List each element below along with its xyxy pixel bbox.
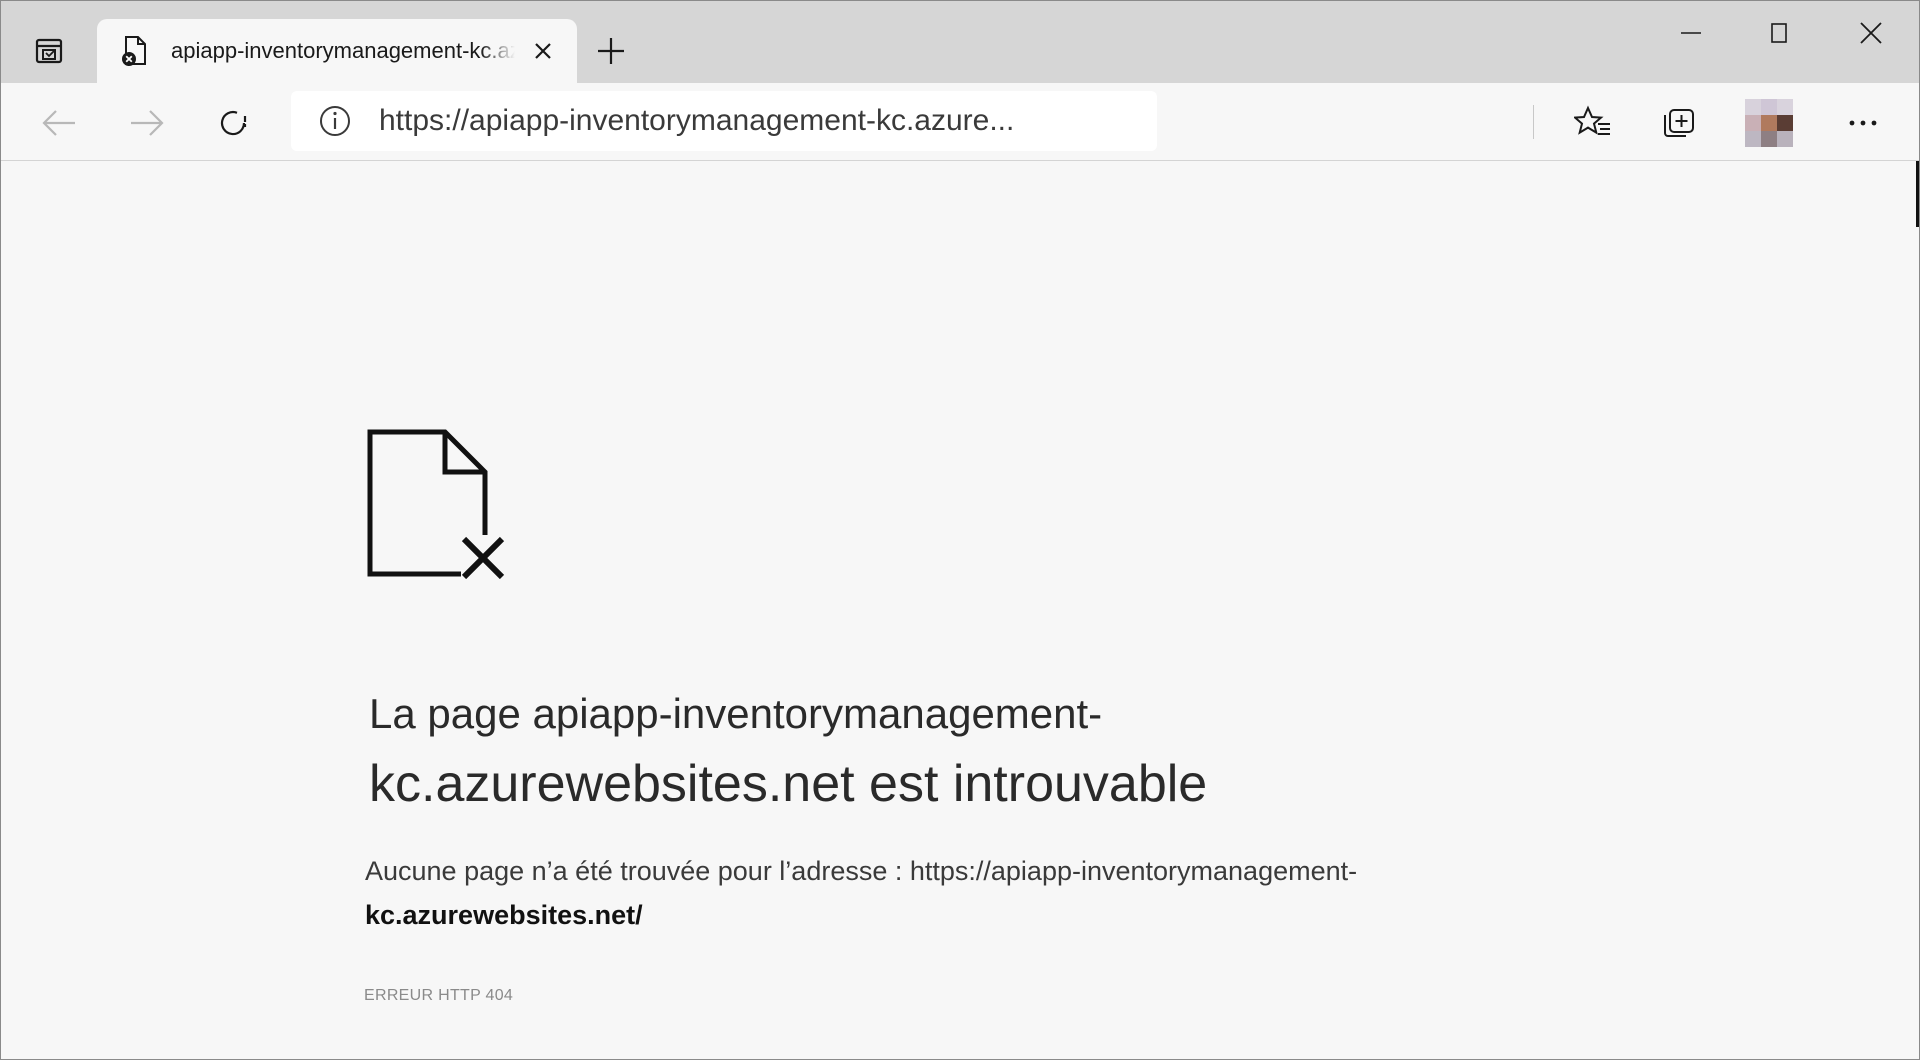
maximize-button[interactable] [1749,11,1809,55]
refresh-icon [220,111,247,136]
error-title: La page apiapp-inventorymanagement- kc.a… [369,681,1369,821]
site-info-button[interactable] [315,101,355,141]
close-icon [535,43,551,59]
error-description-text: Aucune page n’a été trouvée pour l’adres… [365,856,1358,886]
tab-title: apiapp-inventorymanagement-kc.azurewebsi… [171,38,515,63]
arrow-right-icon [131,110,164,136]
error-description-url: kc.azurewebsites.net/ [365,900,643,930]
new-tab-button[interactable] [591,31,631,71]
close-tab-button[interactable] [527,35,559,67]
profile-button[interactable] [1745,99,1793,147]
error-page: La page apiapp-inventorymanagement- kc.a… [1,161,1919,1059]
active-tab[interactable]: apiapp-inventorymanagement-kc.azurewebsi… [97,19,577,83]
info-icon [320,106,350,136]
tab-strip: apiapp-inventorymanagement-kc.azurewebsi… [1,1,1919,83]
page-error-icon [117,33,153,69]
forward-button[interactable] [125,101,169,145]
error-description: Aucune page n’a été trouvée pour l’adres… [365,849,1415,937]
tab-actions-icon [35,38,63,64]
collections-button[interactable] [1657,101,1701,145]
browser-toolbar: https://apiapp-inventorymanagement-kc.az… [1,83,1919,161]
error-title-line2: kc.azurewebsites.net est introuvable [369,755,1208,813]
avatar [1745,99,1793,147]
favorites-icon [1574,105,1610,135]
address-bar[interactable]: https://apiapp-inventorymanagement-kc.az… [291,91,1157,151]
browser-window: apiapp-inventorymanagement-kc.azurewebsi… [0,0,1920,1060]
favorites-button[interactable] [1571,101,1615,145]
tab-actions-button[interactable] [27,29,71,73]
arrow-left-icon [42,110,75,136]
minimize-icon [1681,32,1701,34]
error-code: ERREUR HTTP 404 [364,987,514,1004]
error-title-line1: La page apiapp-inventorymanagement- [369,690,1103,737]
close-icon [1860,22,1882,44]
ellipsis-icon [1849,120,1877,126]
close-window-button[interactable] [1841,11,1901,55]
refresh-button[interactable] [211,101,255,145]
more-options-button[interactable] [1841,101,1885,145]
minimize-button[interactable] [1661,11,1721,55]
maximize-icon [1771,23,1787,43]
back-button[interactable] [37,101,81,145]
plus-icon [598,38,624,64]
url-text: https://apiapp-inventorymanagement-kc.az… [379,104,1015,137]
collections-icon [1664,109,1694,137]
file-not-found-icon [367,429,505,579]
toolbar-divider [1533,105,1534,139]
